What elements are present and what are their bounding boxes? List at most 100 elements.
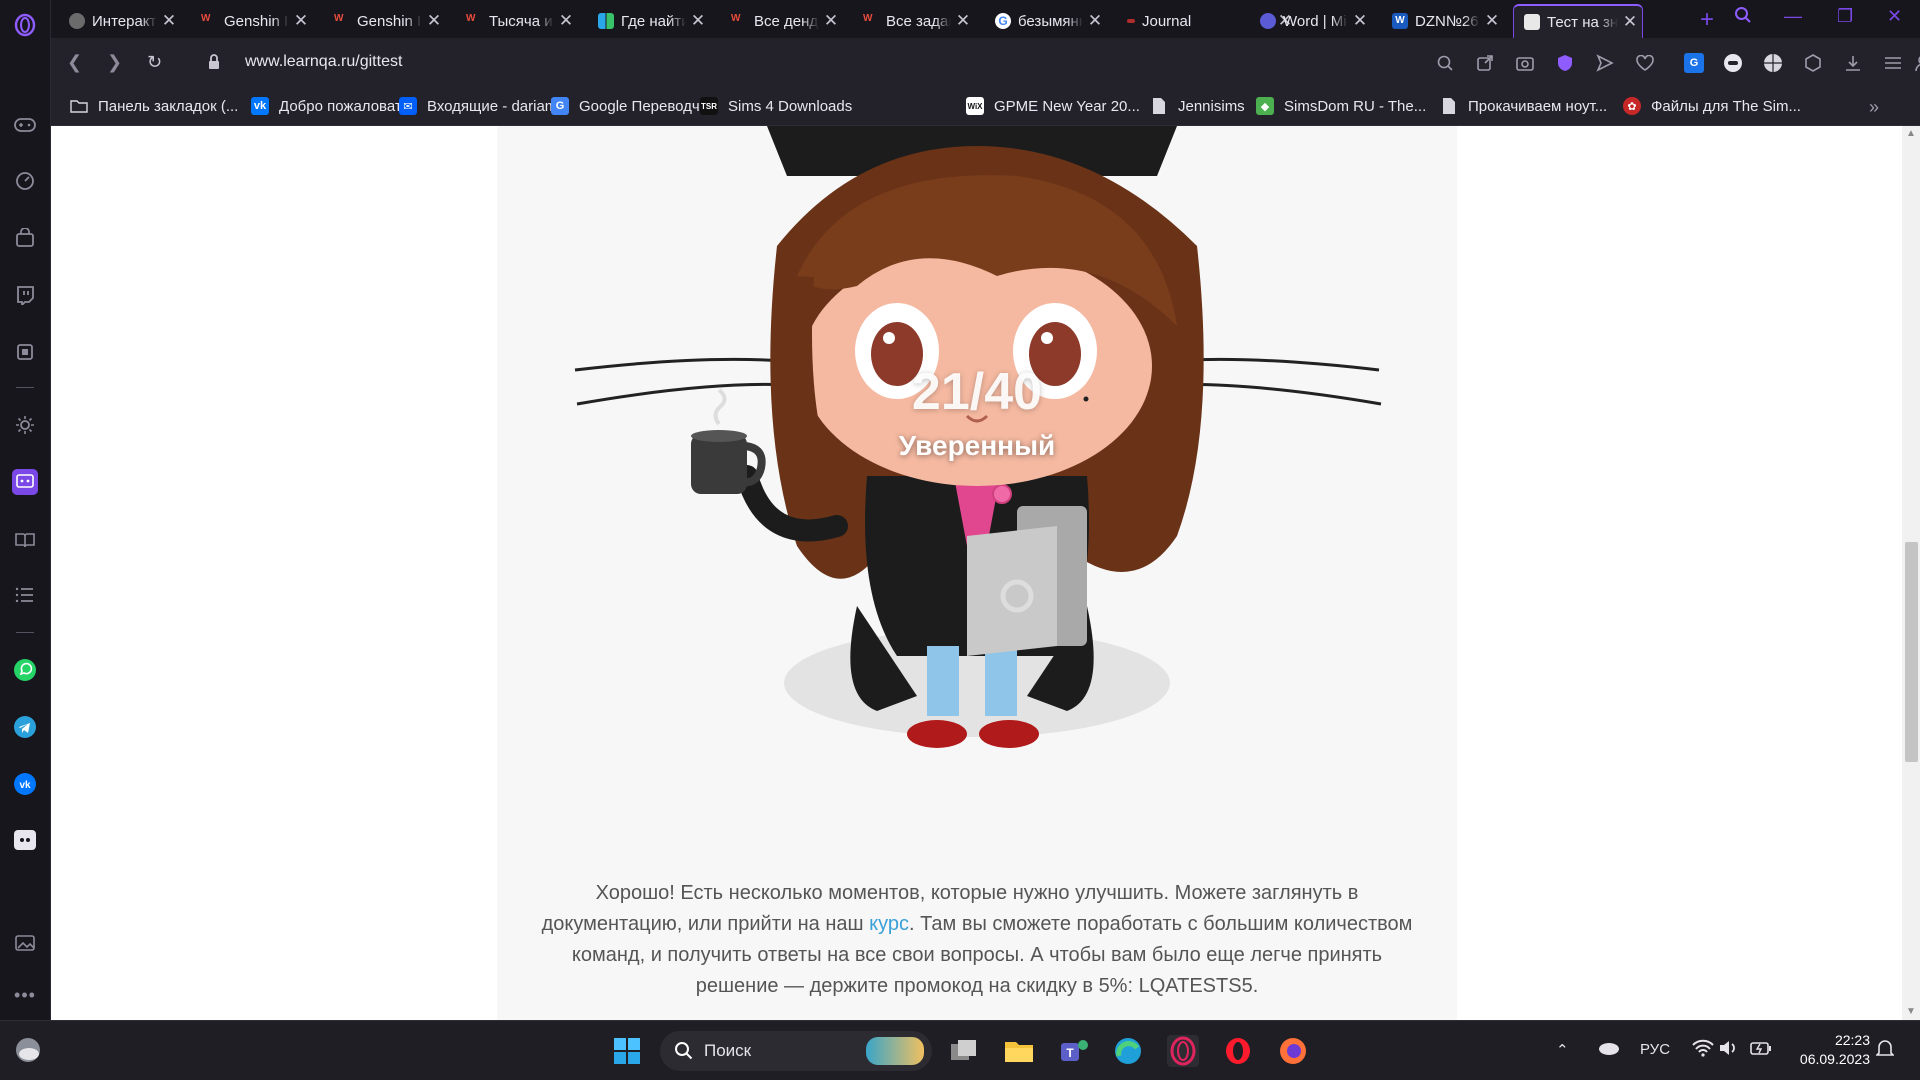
cpu-icon[interactable]	[12, 339, 38, 365]
bookmark-mail[interactable]: ✉ Входящие - dariam...	[399, 97, 570, 115]
book-icon[interactable]	[12, 527, 38, 553]
onedrive-icon[interactable]	[1596, 1039, 1620, 1059]
tab-thousand[interactable]: W Тысяча и одна ✕	[456, 4, 578, 38]
twitch-icon[interactable]	[12, 282, 38, 308]
zoom-search-icon[interactable]	[1435, 53, 1455, 73]
task-view-icon[interactable]	[948, 1035, 980, 1067]
page-viewport: 21/40 Уверенный Хорошо! Есть несколько м…	[51, 126, 1902, 1020]
notifications-icon[interactable]	[1875, 1039, 1895, 1063]
close-icon[interactable]: ✕	[554, 11, 578, 31]
gallery-icon[interactable]	[12, 930, 38, 956]
speedometer-icon[interactable]	[12, 168, 38, 194]
tray-overflow-icon[interactable]: ⌃	[1556, 1041, 1569, 1059]
tab-git-test[interactable]: Тест на знание ✕	[1513, 4, 1643, 38]
window-close-icon[interactable]: ✕	[1887, 6, 1902, 27]
brightness-icon[interactable]	[12, 412, 38, 438]
bookmark-translate[interactable]: G Google Переводчик	[551, 97, 715, 115]
language-indicator[interactable]: РУС	[1640, 1041, 1670, 1058]
close-icon[interactable]: ✕	[157, 11, 181, 31]
close-icon[interactable]: ✕	[289, 11, 313, 31]
opera-logo-icon[interactable]	[12, 12, 38, 38]
tab-untitled[interactable]: G безымянный ✕	[985, 4, 1107, 38]
start-windows-icon[interactable]	[611, 1035, 643, 1067]
gx-player-icon[interactable]	[12, 469, 38, 495]
bookmark-vk[interactable]: vk Добро пожаловат...	[251, 97, 413, 115]
battery-icon[interactable]	[1750, 1039, 1772, 1061]
opera-gx-taskbar-icon[interactable]	[1167, 1035, 1199, 1067]
close-icon[interactable]: ✕	[1348, 11, 1372, 31]
bookmarks-overflow-icon[interactable]: »	[1869, 97, 1879, 118]
translate-icon: G	[551, 97, 569, 115]
close-icon[interactable]: ✕	[1480, 11, 1504, 31]
close-icon[interactable]: ✕	[686, 11, 710, 31]
snapshot-icon[interactable]	[1515, 53, 1535, 73]
tab-word-online[interactable]: Word | Microsoft ✕	[1250, 4, 1372, 38]
bookmark-simsdom[interactable]: ◆ SimsDom RU - The...	[1256, 97, 1426, 115]
close-icon[interactable]: ✕	[951, 11, 975, 31]
system-clock[interactable]: 22:23 06.09.2023	[1790, 1031, 1870, 1069]
tab-dendro[interactable]: W Все дендро ✕	[721, 4, 843, 38]
firefox-icon[interactable]	[1277, 1035, 1309, 1067]
scroll-up-icon[interactable]: ▲	[1906, 128, 1916, 139]
telegram-icon[interactable]	[12, 714, 38, 740]
bookmark-sims-downloads[interactable]: TSR Sims 4 Downloads	[700, 97, 852, 115]
cube-icon[interactable]	[1803, 53, 1823, 73]
restore-icon[interactable]: ❐	[1837, 6, 1853, 27]
profile-icon[interactable]	[1913, 53, 1920, 73]
download-icon[interactable]	[1843, 53, 1863, 73]
close-icon[interactable]: ✕	[422, 11, 446, 31]
tab-where-to-find[interactable]: Где найти ✕	[588, 4, 710, 38]
tab-genshin-2[interactable]: W Genshin Impact ✕	[324, 4, 446, 38]
translate-extension-icon[interactable]: G	[1684, 53, 1704, 73]
bag-icon[interactable]	[12, 225, 38, 251]
bookmark-notebook[interactable]: Прокачиваем ноут...	[1440, 97, 1607, 115]
taskbar-search[interactable]: Поиск	[660, 1031, 932, 1071]
file-explorer-icon[interactable]	[1003, 1035, 1035, 1067]
bookmark-folder[interactable]: Панель закладок (...	[70, 97, 238, 115]
url-field[interactable]: www.learnqa.ru/gittest	[245, 53, 402, 71]
edge-icon[interactable]	[1112, 1035, 1144, 1067]
close-icon[interactable]: ✕	[1083, 11, 1107, 31]
reload-icon[interactable]: ↻	[147, 52, 162, 73]
bookmark-jennisims[interactable]: Jennisims	[1150, 97, 1245, 115]
vpn-extension-icon[interactable]	[1723, 53, 1743, 73]
wp-icon: W	[201, 13, 211, 24]
wifi-icon[interactable]	[1692, 1039, 1714, 1061]
course-link[interactable]: курс	[869, 913, 909, 935]
weather-icon[interactable]	[12, 1034, 44, 1066]
tab-all-quests[interactable]: W Все задания ✕	[853, 4, 975, 38]
whatsapp-icon[interactable]	[12, 657, 38, 683]
close-icon[interactable]: ✕	[819, 11, 843, 31]
bookmark-sims-files[interactable]: ✿ Файлы для The Sim...	[1623, 97, 1801, 115]
list-icon[interactable]	[12, 582, 38, 608]
lock-icon[interactable]	[208, 54, 220, 75]
scrollbar-thumb[interactable]	[1905, 542, 1918, 762]
minimize-icon[interactable]: —	[1784, 6, 1802, 27]
vpn-shield-icon[interactable]	[1555, 53, 1575, 73]
heart-icon[interactable]	[1635, 53, 1655, 73]
send-icon[interactable]	[1595, 53, 1615, 73]
discord-icon[interactable]	[12, 827, 38, 853]
tab-interactive[interactable]: Интерактивная ✕	[59, 4, 181, 38]
desktop: vk ••• Интерактивная ✕ W Genshin Impact …	[0, 0, 1920, 1080]
settings-sliders-icon[interactable]	[1883, 53, 1903, 73]
opera-icon[interactable]	[1222, 1035, 1254, 1067]
close-icon[interactable]: ✕	[1618, 12, 1642, 32]
page-scrollbar[interactable]: ▲ ▼	[1902, 126, 1920, 1020]
globe-extension-icon[interactable]	[1763, 53, 1783, 73]
bookmark-gpme[interactable]: WiX GPME New Year 20...	[966, 97, 1140, 115]
vk-icon[interactable]: vk	[12, 771, 38, 797]
share-icon[interactable]	[1475, 53, 1495, 73]
volume-icon[interactable]	[1718, 1039, 1740, 1061]
teams-icon[interactable]: T	[1058, 1035, 1090, 1067]
back-icon[interactable]: ❮	[67, 52, 82, 73]
scroll-down-icon[interactable]: ▼	[1906, 1006, 1916, 1017]
tab-search-icon[interactable]	[1734, 6, 1752, 29]
level-label: Уверенный	[898, 430, 1056, 461]
tab-dzn[interactable]: W DZN№26_C ✕	[1382, 4, 1504, 38]
forward-icon[interactable]: ❯	[107, 52, 122, 73]
more-icon[interactable]: •••	[12, 982, 38, 1008]
tab-genshin-1[interactable]: W Genshin Impact ✕	[191, 4, 313, 38]
new-tab-plus-icon[interactable]: +	[1700, 6, 1714, 34]
gamepad-icon[interactable]	[12, 112, 38, 138]
